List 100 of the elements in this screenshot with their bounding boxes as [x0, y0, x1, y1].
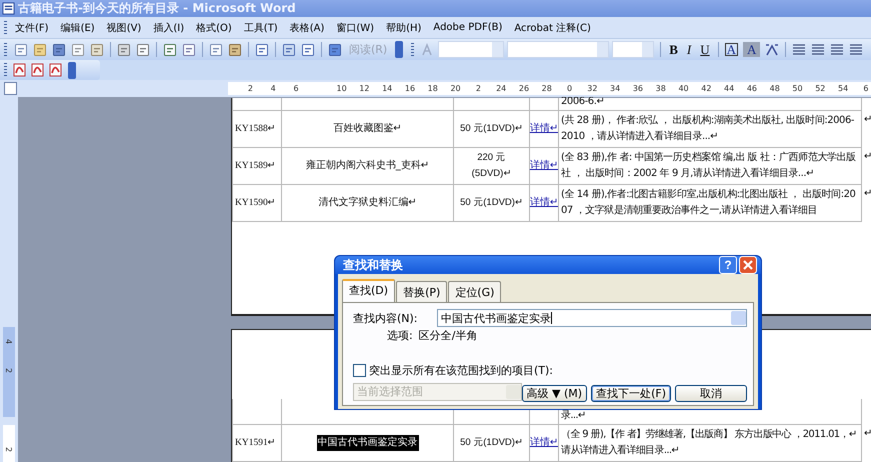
row-end-mark: ↵	[863, 187, 871, 200]
ruler-number: 10	[335, 84, 348, 93]
checkbox[interactable]	[353, 364, 366, 377]
ruler-number: 6	[292, 84, 300, 93]
menu-item[interactable]: 文件(F)	[11, 20, 57, 34]
ruler-number: 32	[586, 84, 598, 93]
table-cell-text: 清代文字狱史料汇编↵	[317, 196, 418, 210]
toolbar-grip[interactable]	[411, 42, 414, 56]
table-cell-text: 百姓收藏图鉴↵	[332, 122, 403, 136]
bold-button[interactable]: B	[665, 41, 682, 58]
menu-item[interactable]: 格式(O)	[192, 20, 240, 34]
empty-table-cell	[232, 399, 281, 425]
row-end-mark: ↵	[863, 427, 871, 440]
tab-stop-icon[interactable]	[4, 82, 17, 95]
dialog-title: 查找和替换	[343, 256, 404, 274]
ruler-number: 40	[677, 84, 690, 93]
ruler-number: 44	[723, 84, 736, 93]
toolbar-grip[interactable]	[4, 42, 7, 56]
menu-item[interactable]: 视图(V)	[102, 20, 150, 34]
table-cell: 50 元(1DVD)↵	[453, 425, 529, 462]
details-link[interactable]: 详情↵	[530, 195, 558, 211]
checkbox-label: 突出显示所有在该范围找到的项目(T):	[369, 363, 554, 378]
ruler-number: 38	[654, 84, 667, 93]
pdf-icon[interactable]	[12, 62, 28, 78]
table-cell: KY1588↵	[232, 111, 281, 148]
ruler-number: 28	[540, 84, 553, 93]
character-scale-icon[interactable]	[764, 42, 780, 58]
dialog-tab[interactable]: 查找(D)	[342, 279, 396, 302]
window-title: 古籍电子书-到今天的所有目录 - Microsoft Word	[18, 0, 296, 17]
menu-item[interactable]: 编辑(E)	[56, 20, 103, 34]
menu-item[interactable]: 帮助(H)	[382, 20, 430, 34]
italic-button[interactable]: I	[682, 41, 696, 58]
document-icon	[2, 2, 15, 15]
ruler-number: 24	[495, 84, 508, 93]
ruler-number: 26	[518, 84, 530, 93]
toolbar-grip[interactable]	[4, 63, 7, 77]
menu-item[interactable]: 窗口(W)	[332, 20, 382, 34]
ruler-number: 2	[474, 84, 482, 93]
menu-item[interactable]: Adobe PDF(B)	[429, 22, 510, 33]
ruler-number: 12	[358, 84, 370, 93]
ruler-number: 20	[449, 84, 462, 93]
empty-table-cell	[232, 98, 281, 111]
find-field[interactable]: 中国古代书画鉴定实录	[437, 309, 747, 327]
table-cell: 50 元(1DVD)↵	[453, 111, 529, 148]
ruler-number: 16	[404, 84, 416, 93]
table-cell: 50 元(1DVD)↵	[453, 185, 529, 222]
center-icon[interactable]	[810, 42, 826, 58]
ruler-number: 34	[609, 84, 622, 93]
ruler-number: 0	[566, 84, 574, 93]
menu-item[interactable]: 表格(A)	[286, 20, 332, 34]
help-button[interactable]: ?	[719, 256, 737, 274]
justify-icon[interactable]	[848, 42, 864, 58]
details-link[interactable]: 详情↵	[530, 435, 558, 451]
table-cell: KY1591↵	[232, 425, 281, 462]
dialog-button[interactable]: 高级 ▼ (M)	[522, 385, 588, 402]
dialog-button[interactable]: 取消	[675, 385, 747, 402]
vertical-ruler[interactable]: 4 2 2	[0, 97, 18, 462]
ruler-number: 52	[814, 84, 826, 93]
options-value: 区分全/半角	[418, 328, 478, 343]
row-end-mark: ↵	[863, 113, 871, 126]
pdf-icon[interactable]	[48, 62, 64, 78]
ruler-number: 4	[270, 84, 277, 93]
underline-button[interactable]: U	[696, 41, 714, 58]
pdf-icon[interactable]	[30, 62, 46, 78]
table-cell: (全 83 册),作 者: 中国第一历史档案馆 编,出 版 社：广西师范大学出版社 ， 出版时间：2002 年 9 月,请从详情进入看详细目录...↵	[558, 148, 862, 185]
options-label: 选项:	[387, 328, 413, 343]
ruler-number: 54	[837, 84, 850, 93]
dialog-tab[interactable]: 定位(G)	[448, 281, 502, 302]
toolbar-grip[interactable]	[4, 20, 7, 34]
details-link[interactable]: 详情↵	[530, 158, 558, 174]
horizontal-ruler[interactable]: 2 4 6 10 12 14 16 18 20 2 24 26 28 0 32 34 36 38 40 42 44 46 48 50 52 54 6	[228, 82, 871, 95]
ruler-number: 14	[381, 84, 394, 93]
dialog-button[interactable]: 查找下一处(F)	[591, 385, 671, 402]
table-cell: (全 14 册),作者:北图古籍影印室,出版机构:北图出版社 ， 出版时间:2007 ，文字狱是清朝重要政治事件之一,请从详情进入看详细目	[558, 185, 862, 222]
table-cell: 220 元 (5DVD)↵	[453, 148, 529, 185]
details-link[interactable]: 详情↵	[530, 121, 558, 137]
ruler-number: 42	[700, 84, 712, 93]
table-cell: (共 28 册)， 作者:欣弘 ， 出版机构:湖南美术出版社, 出版时间:2006-2010 ，请从详情进入看详细目录...↵	[558, 111, 862, 148]
ruler-number: 36	[632, 84, 644, 93]
table-cell: KY1590↵	[232, 185, 281, 222]
character-shading-button[interactable]: A	[743, 42, 760, 57]
table-cell: 中国古代书画鉴定实录	[316, 435, 418, 451]
menu-item[interactable]: 工具(T)	[240, 20, 286, 34]
table-cell: KY1589↵	[232, 148, 281, 185]
find-label: 查找内容(N):	[353, 310, 419, 326]
ruler-number: 6	[862, 84, 870, 93]
menu-item[interactable]: Acrobat 注释(C)	[510, 20, 599, 34]
ruler-number: 2	[246, 84, 254, 93]
align-left-icon[interactable]	[791, 42, 808, 58]
close-icon[interactable]	[739, 256, 757, 274]
ruler-number: 48	[768, 84, 781, 93]
character-border-button[interactable]: A	[722, 41, 740, 58]
menu-item[interactable]: 插入(I)	[149, 20, 192, 34]
table-cell-text: 雍正朝内阁六科史书_吏科↵	[304, 158, 430, 173]
ruler-number: 2	[4, 368, 14, 374]
row-end-mark: ↵	[863, 150, 871, 163]
ruler-number: 50	[791, 84, 804, 93]
dialog-tab[interactable]: 替换(P)	[396, 281, 448, 302]
align-right-icon[interactable]	[829, 42, 846, 58]
ruler-number: 18	[426, 84, 439, 93]
